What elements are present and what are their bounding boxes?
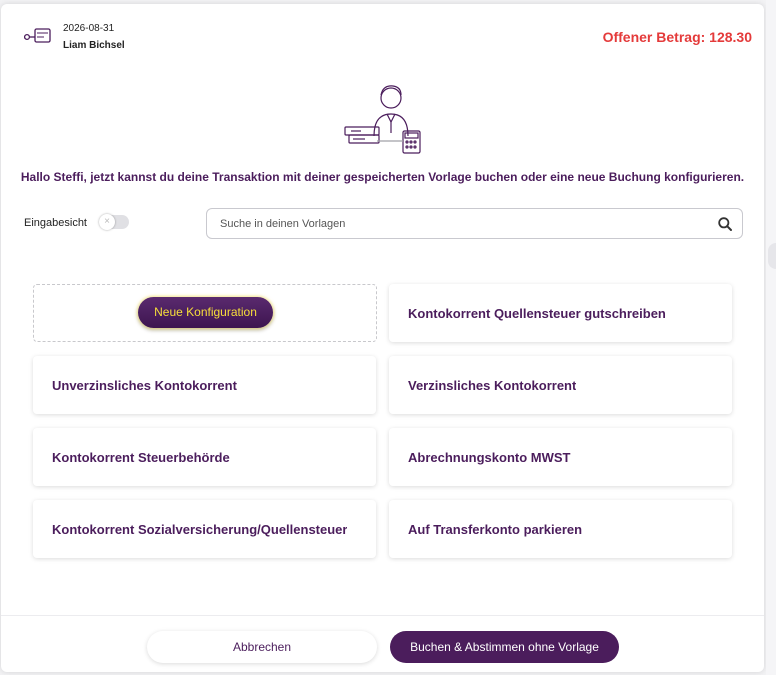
template-card[interactable]: Kontokorrent Steuerbehörde — [33, 428, 376, 486]
template-card[interactable]: Kontokorrent Quellensteuer gutschreiben — [389, 284, 732, 342]
background-handle — [768, 243, 776, 269]
template-card-label: Kontokorrent Sozialversicherung/Quellens… — [52, 521, 348, 537]
booking-modal: 2026-08-31 Liam Bichsel Offener Betrag: … — [1, 4, 764, 672]
template-card-label: Auf Transferkonto parkieren — [408, 521, 583, 537]
input-view-label: Eingabesicht — [24, 217, 87, 229]
template-card[interactable]: Kontokorrent Sozialversicherung/Quellens… — [33, 500, 376, 558]
header-date: 2026-08-31 — [63, 23, 115, 34]
search-icon[interactable] — [717, 216, 733, 232]
template-card[interactable]: Abrechnungskonto MWST — [389, 428, 732, 486]
header-user-name: Liam Bichsel — [63, 40, 125, 51]
accountant-illustration-icon — [344, 85, 421, 154]
close-icon: × — [99, 214, 115, 230]
book-without-template-button[interactable]: Buchen & Abstimmen ohne Vorlage — [390, 631, 619, 663]
footer-divider — [1, 615, 764, 616]
template-card-label: Kontokorrent Steuerbehörde — [52, 449, 230, 465]
template-card[interactable]: Unverzinsliches Kontokorrent — [33, 356, 376, 414]
new-configuration-button[interactable]: Neue Konfiguration — [138, 297, 273, 328]
template-card-label: Unverzinsliches Kontokorrent — [52, 377, 237, 393]
template-card-label: Verzinsliches Kontokorrent — [408, 377, 577, 393]
background-edge — [766, 0, 776, 675]
template-card[interactable]: Auf Transferkonto parkieren — [389, 500, 732, 558]
open-amount: Offener Betrag: 128.30 — [602, 29, 752, 45]
input-view-toggle[interactable]: × — [99, 214, 129, 230]
template-card-label: Kontokorrent Quellensteuer gutschreiben — [408, 305, 666, 321]
terminal-card-icon — [24, 28, 51, 43]
template-search — [206, 208, 743, 239]
greeting-text: Hallo Steffi, jetzt kannst du deine Tran… — [20, 170, 745, 184]
search-input[interactable] — [220, 216, 690, 232]
template-card-label: Abrechnungskonto MWST — [408, 449, 571, 465]
cancel-button[interactable]: Abbrechen — [147, 631, 377, 663]
template-card[interactable]: Verzinsliches Kontokorrent — [389, 356, 732, 414]
